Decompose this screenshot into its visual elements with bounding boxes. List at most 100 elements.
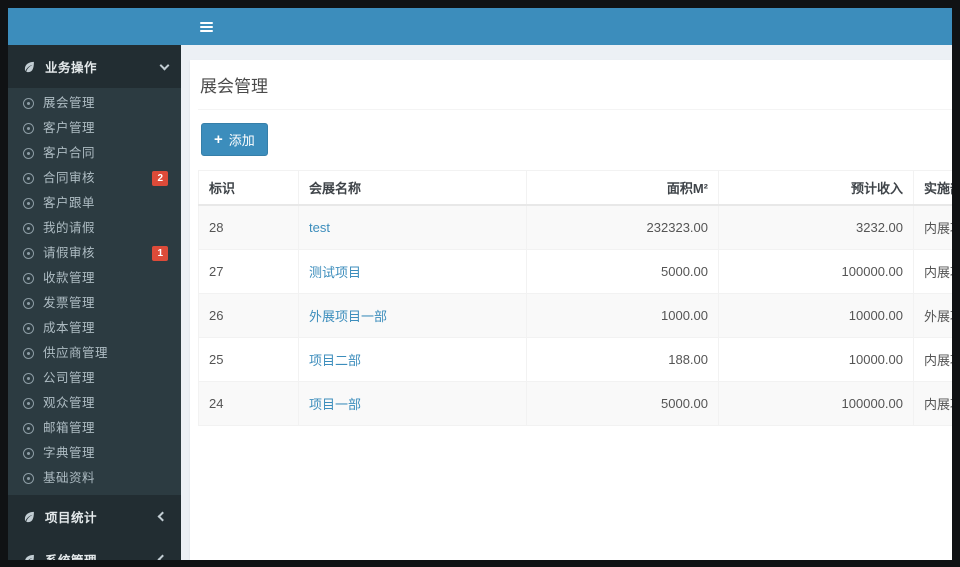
content-area: 展会管理 + 添加 标识 会展名称 面积M² 预计收入 实施 28 test 2…	[181, 45, 952, 560]
sidebar-item[interactable]: 展会管理	[8, 91, 181, 116]
sidebar-item[interactable]: 基础资料	[8, 466, 181, 491]
sidebar-item-label: 收款管理	[43, 271, 96, 285]
notification-badge: 1	[152, 246, 168, 261]
exhibition-name-link[interactable]: 外展项目一部	[309, 309, 387, 324]
sidebar-item-label: 发票管理	[43, 296, 96, 310]
sidebar-item[interactable]: 客户管理	[8, 116, 181, 141]
exhibition-name-link[interactable]: 项目二部	[309, 353, 361, 368]
sidebar-item[interactable]: 字典管理	[8, 441, 181, 466]
cell-id: 28	[198, 204, 299, 250]
table-body: 28 test 232323.00 3232.00 内展项目 27 测试项目 5…	[198, 204, 952, 426]
content-panel: 展会管理 + 添加 标识 会展名称 面积M² 预计收入 实施 28 test 2…	[190, 60, 952, 560]
cell-area: 5000.00	[526, 249, 719, 294]
dot-circle-icon	[23, 248, 34, 259]
leaf-icon	[22, 553, 36, 560]
sidebar-section-header[interactable]: 项目统计	[8, 495, 181, 538]
sidebar-item[interactable]: 供应商管理	[8, 341, 181, 366]
sidebar-item[interactable]: 客户跟单	[8, 191, 181, 216]
cell-id: 26	[198, 293, 299, 338]
cell-area: 232323.00	[526, 204, 719, 250]
sidebar-menu: 业务操作 展会管理 客户管理 客户合同 合同审核 2 客户跟单 我的请假 请假审…	[8, 45, 181, 560]
sidebar-item[interactable]: 客户合同	[8, 141, 181, 166]
cell-area: 1000.00	[526, 293, 719, 338]
cell-income: 100000.00	[718, 249, 914, 294]
table-row: 24 项目一部 5000.00 100000.00 内展项目	[198, 381, 952, 426]
column-header-area: 面积M²	[526, 170, 719, 206]
admin-app: 业务操作 展会管理 客户管理 客户合同 合同审核 2 客户跟单 我的请假 请假审…	[8, 8, 952, 560]
sidebar-item-label: 展会管理	[43, 96, 96, 110]
dot-circle-icon	[23, 223, 34, 234]
sidebar-item-label: 客户跟单	[43, 196, 96, 210]
cell-department: 内展项目	[913, 249, 952, 294]
cell-id: 27	[198, 249, 299, 294]
sidebar-submenu: 展会管理 客户管理 客户合同 合同审核 2 客户跟单 我的请假 请假审核 1 收…	[8, 88, 181, 495]
cell-area: 5000.00	[526, 381, 719, 426]
cell-department: 内展项目	[913, 381, 952, 426]
sidebar-section-header[interactable]: 系统管理	[8, 538, 181, 560]
column-header-name: 会展名称	[298, 170, 527, 206]
hamburger-menu-icon[interactable]	[196, 17, 217, 37]
column-header-department: 实施部门	[913, 170, 952, 206]
chevron-icon	[157, 511, 168, 522]
dot-circle-icon	[23, 173, 34, 184]
dot-circle-icon	[23, 448, 34, 459]
sidebar-item[interactable]: 请假审核 1	[8, 241, 181, 266]
sidebar-item-label: 供应商管理	[43, 346, 109, 360]
chevron-icon	[157, 554, 168, 560]
add-button[interactable]: + 添加	[201, 123, 268, 156]
notification-badge: 2	[152, 171, 168, 186]
dot-circle-icon	[23, 148, 34, 159]
cell-department: 内展项目	[913, 337, 952, 382]
table-row: 25 项目二部 188.00 10000.00 内展项目	[198, 337, 952, 382]
dot-circle-icon	[23, 473, 34, 484]
cell-income: 10000.00	[718, 293, 914, 338]
sidebar-item[interactable]: 邮箱管理	[8, 416, 181, 441]
sidebar-item[interactable]: 公司管理	[8, 366, 181, 391]
sidebar-item[interactable]: 收款管理	[8, 266, 181, 291]
cell-id: 25	[198, 337, 299, 382]
exhibition-name-link[interactable]: 项目一部	[309, 397, 361, 412]
cell-income: 10000.00	[718, 337, 914, 382]
sidebar-section-label: 项目统计	[45, 511, 98, 525]
dot-circle-icon	[23, 348, 34, 359]
sidebar-item-label: 基础资料	[43, 471, 96, 485]
sidebar-item-label: 成本管理	[43, 321, 96, 335]
sidebar-item[interactable]: 成本管理	[8, 316, 181, 341]
sidebar: 业务操作 展会管理 客户管理 客户合同 合同审核 2 客户跟单 我的请假 请假审…	[8, 8, 181, 560]
sidebar-item-label: 请假审核	[43, 246, 96, 260]
sidebar-item-label: 合同审核	[43, 171, 96, 185]
dot-circle-icon	[23, 198, 34, 209]
cell-area: 188.00	[526, 337, 719, 382]
sidebar-item[interactable]: 合同审核 2	[8, 166, 181, 191]
dot-circle-icon	[23, 273, 34, 284]
sidebar-item-label: 邮箱管理	[43, 421, 96, 435]
dot-circle-icon	[23, 298, 34, 309]
sidebar-item-label: 字典管理	[43, 446, 96, 460]
dot-circle-icon	[23, 423, 34, 434]
exhibition-name-link[interactable]: test	[309, 220, 330, 235]
sidebar-item-label: 观众管理	[43, 396, 96, 410]
sidebar-item[interactable]: 发票管理	[8, 291, 181, 316]
table-row: 27 测试项目 5000.00 100000.00 内展项目	[198, 249, 952, 294]
topbar	[181, 8, 952, 45]
leaf-icon	[22, 60, 36, 74]
table-row: 28 test 232323.00 3232.00 内展项目	[198, 204, 952, 250]
exhibition-name-link[interactable]: 测试项目	[309, 265, 361, 280]
dot-circle-icon	[23, 123, 34, 134]
screen-frame: 业务操作 展会管理 客户管理 客户合同 合同审核 2 客户跟单 我的请假 请假审…	[0, 0, 960, 567]
main-area: 展会管理 + 添加 标识 会展名称 面积M² 预计收入 实施 28 test 2…	[181, 8, 952, 560]
column-header-id: 标识	[198, 170, 299, 206]
dot-circle-icon	[23, 98, 34, 109]
dot-circle-icon	[23, 373, 34, 384]
sidebar-section-header[interactable]: 业务操作	[8, 45, 181, 88]
sidebar-item[interactable]: 我的请假	[8, 216, 181, 241]
sidebar-item-label: 客户管理	[43, 121, 96, 135]
exhibition-table: 标识 会展名称 面积M² 预计收入 实施部门 28 test 232323.00…	[198, 170, 952, 426]
sidebar-section-label: 业务操作	[45, 61, 98, 75]
table-row: 26 外展项目一部 1000.00 10000.00 外展项目	[198, 293, 952, 338]
sidebar-item[interactable]: 观众管理	[8, 391, 181, 416]
add-button-label: 添加	[228, 133, 255, 148]
page-title: 展会管理	[198, 72, 952, 110]
cell-id: 24	[198, 381, 299, 426]
dot-circle-icon	[23, 398, 34, 409]
